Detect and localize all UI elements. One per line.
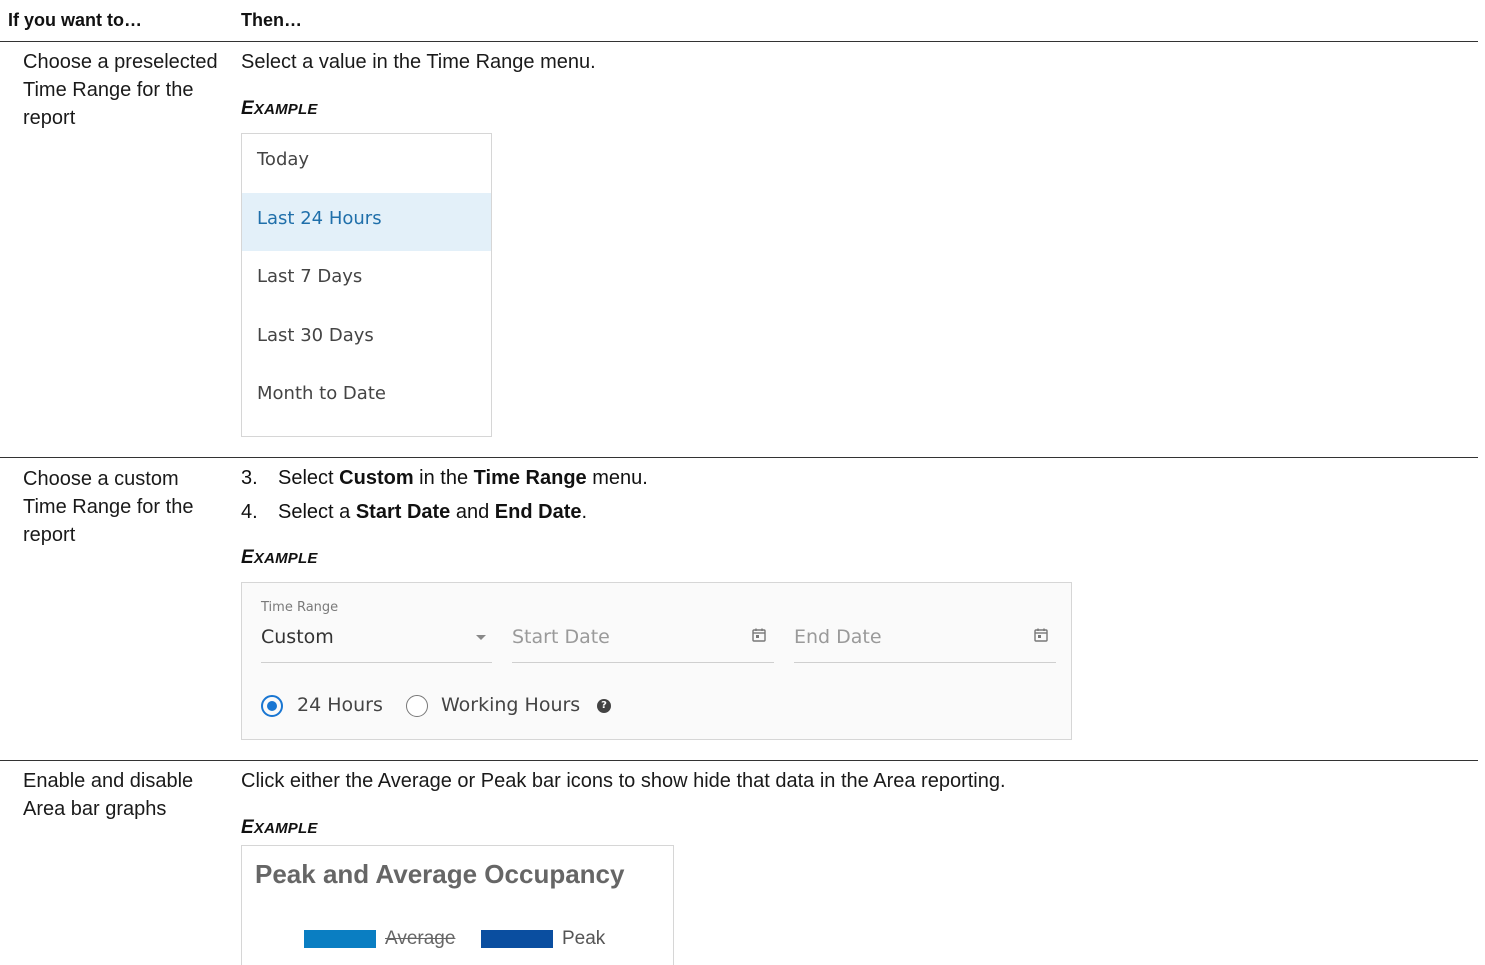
radio-24-hours[interactable] (261, 695, 283, 717)
row1-example-label: EXAMPLE (241, 98, 318, 119)
step-4: 4. Select a Start Date and End Date. (241, 501, 588, 523)
row1-instruction: Select a value in the Time Range menu. (241, 51, 596, 73)
step-3: 3. Select Custom in the Time Range menu. (241, 467, 648, 489)
end-date-field[interactable]: End Date (794, 623, 1056, 663)
page: If you want to… Then… Choose a preselect… (0, 0, 1485, 965)
occupancy-chart: Peak and Average Occupancy Average Peak (241, 845, 674, 965)
calendar-icon[interactable] (1034, 628, 1048, 642)
row3-example-label: EXAMPLE (241, 817, 318, 838)
end-date-placeholder: End Date (794, 626, 882, 648)
time-range-menu: Today Last 24 Hours Last 7 Days Last 30 … (241, 133, 492, 437)
chart-title: Peak and Average Occupancy (255, 859, 625, 889)
custom-time-range-form: Time Range Custom Start Date End Date 24… (241, 582, 1072, 740)
header-col-then: Then… (241, 10, 302, 30)
start-date-field[interactable]: Start Date (512, 623, 774, 663)
legend-average-swatch[interactable] (304, 930, 376, 948)
menu-item-month-to-date[interactable]: Month to Date (242, 368, 491, 427)
menu-item-today[interactable]: Today (242, 134, 491, 193)
radio-24-hours-label[interactable]: 24 Hours (297, 694, 383, 716)
row2-left-text: Choose a custom Time Range for the repor… (23, 468, 194, 546)
row1-divider (0, 457, 1478, 458)
legend-average-label[interactable]: Average (385, 928, 455, 950)
radio-working-hours[interactable] (406, 695, 428, 717)
row3-left-text: Enable and disable Area bar graphs (23, 770, 194, 820)
menu-item-last-7-days[interactable]: Last 7 Days (242, 251, 491, 310)
radio-working-hours-label[interactable]: Working Hours (441, 694, 580, 716)
row2-example-label: EXAMPLE (241, 547, 318, 568)
calendar-icon[interactable] (752, 628, 766, 642)
header-col-if-you-want: If you want to… (8, 10, 142, 30)
legend-peak-label[interactable]: Peak (562, 928, 605, 950)
help-icon[interactable]: ? (597, 699, 611, 713)
time-range-select[interactable]: Custom (261, 623, 492, 663)
legend-peak-swatch[interactable] (481, 930, 553, 948)
time-range-label: Time Range (261, 600, 339, 615)
row2-divider (0, 760, 1478, 761)
time-range-value: Custom (261, 626, 334, 648)
row1-left-text: Choose a preselected Time Range for the … (23, 51, 218, 129)
menu-item-last-24-hours[interactable]: Last 24 Hours (242, 192, 491, 251)
menu-item-last-30-days[interactable]: Last 30 Days (242, 310, 491, 369)
row2-steps: 3. Select Custom in the Time Range menu. … (241, 461, 648, 529)
header-divider (0, 41, 1478, 42)
row3-instruction: Click either the Average or Peak bar ico… (241, 770, 1006, 792)
start-date-placeholder: Start Date (512, 626, 610, 648)
dropdown-caret-icon (476, 635, 486, 640)
